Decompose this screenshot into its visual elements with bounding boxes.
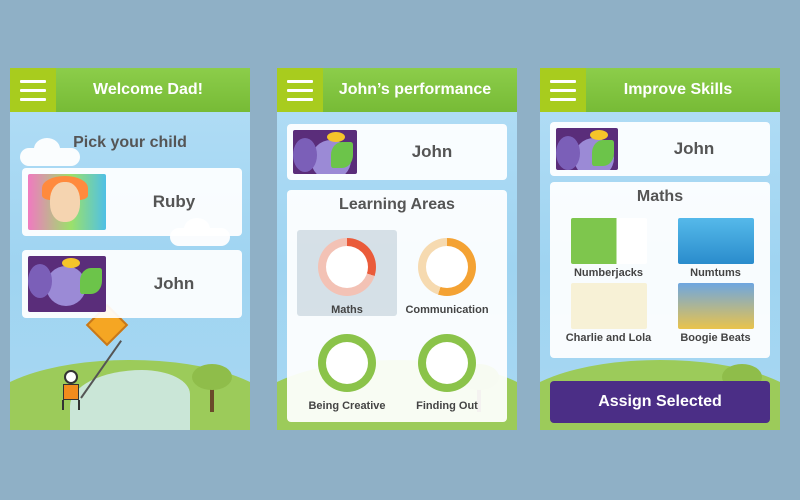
header-bar: John’s performance — [277, 68, 517, 112]
progress-ring — [318, 238, 376, 296]
game-numberjacks[interactable]: Numberjacks — [562, 218, 655, 279]
game-charlie-and-lola[interactable]: Charlie and Lola — [562, 283, 655, 344]
game-boogie-beats[interactable]: Boogie Beats — [669, 283, 762, 344]
game-label: Boogie Beats — [680, 332, 751, 344]
progress-ring — [318, 334, 376, 392]
section-title: Learning Areas — [339, 196, 455, 213]
assign-selected-button[interactable]: Assign Selected — [550, 381, 770, 423]
screen-improve-skills: Improve Skills John Maths Numberjacks Nu… — [540, 68, 780, 430]
progress-ring — [418, 238, 476, 296]
game-label: Numberjacks — [573, 267, 644, 279]
elephant-character-icon — [28, 256, 106, 312]
child-card-ruby[interactable]: Ruby — [22, 168, 242, 236]
hamburger-menu-icon[interactable] — [10, 68, 56, 112]
area-finding-out[interactable]: Finding Out — [397, 326, 497, 412]
child-name: Ruby — [152, 192, 196, 211]
page-title: Improve Skills — [623, 81, 733, 98]
game-label: Charlie and Lola — [565, 332, 652, 344]
header-bar: Improve Skills — [540, 68, 780, 112]
charlie-and-lola-thumbnail-icon — [570, 283, 647, 329]
child-card-john[interactable]: John — [550, 122, 770, 176]
child-figure-icon — [58, 370, 84, 410]
game-numtums[interactable]: Numtums — [669, 218, 762, 279]
area-label: Communication — [405, 304, 489, 316]
numtums-thumbnail-icon — [677, 218, 754, 264]
area-maths[interactable]: Maths — [297, 230, 397, 316]
hamburger-menu-icon[interactable] — [277, 68, 323, 112]
maths-games-panel: Maths Numberjacks Numtums Charlie and Lo… — [550, 182, 770, 358]
numberjacks-thumbnail-icon — [570, 218, 647, 264]
landscape-scene — [10, 320, 250, 430]
tree-icon — [192, 364, 232, 390]
area-label: Finding Out — [416, 400, 478, 412]
screen-performance: John’s performance John Learning Areas M… — [277, 68, 517, 430]
pick-child-heading: Pick your child — [73, 134, 187, 151]
learning-areas-panel: Learning Areas Maths Communication Being… — [287, 190, 507, 422]
child-name: John — [411, 142, 453, 161]
area-label: Maths — [331, 304, 363, 316]
screen-welcome: Welcome Dad! Pick your child Ruby John — [10, 68, 250, 430]
child-card-john[interactable]: John — [22, 250, 242, 318]
section-title: Maths — [636, 188, 684, 205]
area-communication[interactable]: Communication — [397, 230, 497, 316]
hamburger-menu-icon[interactable] — [540, 68, 586, 112]
progress-ring — [418, 334, 476, 392]
page-title: Welcome Dad! — [93, 81, 203, 98]
header-bar: Welcome Dad! — [10, 68, 250, 112]
elephant-character-icon — [293, 130, 357, 174]
elephant-character-icon — [556, 128, 618, 170]
game-label: Numtums — [690, 267, 741, 279]
ruby-character-icon — [28, 174, 106, 230]
area-label: Being Creative — [308, 400, 386, 412]
child-card-john[interactable]: John — [287, 124, 507, 180]
page-title: John’s performance — [338, 81, 492, 98]
child-name: John — [673, 139, 715, 158]
child-name: John — [153, 274, 195, 293]
area-being-creative[interactable]: Being Creative — [297, 326, 397, 412]
boogie-beats-thumbnail-icon — [677, 283, 754, 329]
